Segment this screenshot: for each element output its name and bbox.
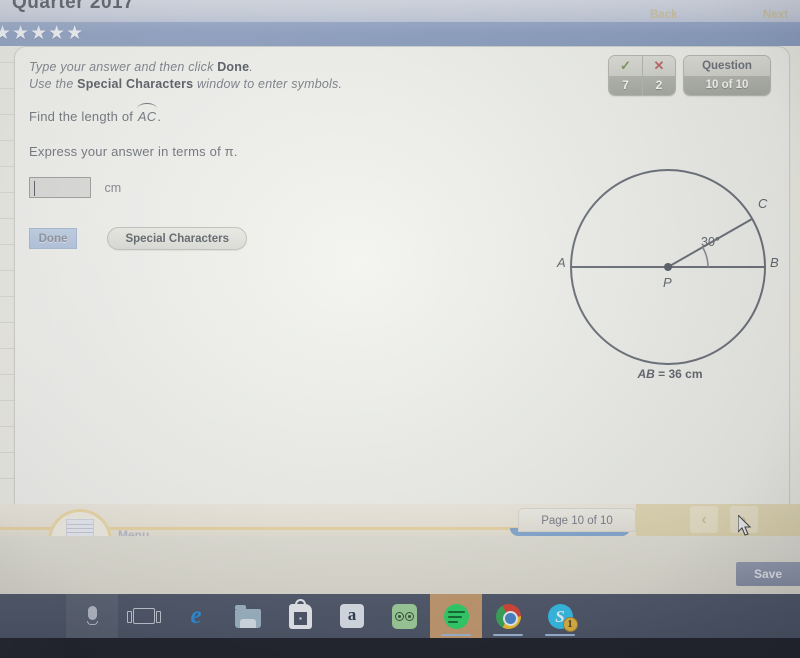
taskbar-item-file-explorer[interactable] bbox=[222, 594, 274, 638]
browser-title-bar: Quarter 2017 bbox=[0, 0, 800, 22]
correct-column: ✓ 7 bbox=[609, 56, 642, 95]
navigation-strip bbox=[636, 504, 800, 536]
angle-arc bbox=[701, 246, 709, 268]
label-p: P bbox=[663, 275, 672, 290]
taskbar-item-amazon[interactable]: a bbox=[326, 594, 378, 638]
page-indicator: Page 10 of 10 bbox=[518, 508, 636, 532]
taskbar-item-google-chrome[interactable] bbox=[482, 594, 534, 638]
question-prompt-prefix: Find the length of bbox=[29, 109, 137, 124]
instruction-line-1-suffix: . bbox=[249, 60, 253, 74]
incorrect-count: 2 bbox=[643, 76, 675, 95]
store-bag-icon bbox=[288, 598, 312, 629]
arc-label: AC bbox=[137, 109, 157, 124]
question-counter-label: Question bbox=[684, 56, 770, 76]
circle-diagram-svg bbox=[570, 169, 766, 365]
arc-notation-ac: AC bbox=[136, 103, 158, 124]
question-prompt: Find the length of AC. bbox=[29, 103, 162, 124]
text-caret bbox=[34, 181, 35, 196]
taskbar-item-spotify[interactable] bbox=[430, 594, 482, 638]
photographed-screen: Quarter 2017 ★★★★★ Type your answer and … bbox=[0, 0, 800, 658]
star-rating-bar: ★★★★★ bbox=[0, 22, 800, 46]
cross-icon: ✕ bbox=[643, 56, 675, 76]
windows-taskbar: e a S 1 bbox=[0, 594, 800, 638]
skype-icon: S 1 bbox=[547, 603, 578, 632]
angle-label: 30° bbox=[701, 235, 720, 249]
question-express-note: Express your answer in terms of π. bbox=[29, 144, 238, 159]
done-button[interactable]: Done bbox=[29, 228, 77, 249]
amazon-icon: a bbox=[340, 604, 364, 628]
button-row: Done Special Characters bbox=[29, 227, 248, 250]
figure-caption-value: = 36 cm bbox=[654, 367, 703, 381]
taskbar-item-task-view[interactable] bbox=[118, 594, 170, 638]
instructions: Type your answer and then click Done. Us… bbox=[29, 59, 342, 93]
arc-overbar bbox=[136, 103, 158, 109]
figure-caption-segment: AB bbox=[637, 367, 655, 381]
taskbar-item-tripadvisor[interactable] bbox=[378, 594, 430, 638]
folder-icon bbox=[235, 603, 261, 629]
correct-count: 7 bbox=[609, 76, 642, 95]
instruction-line-2-prefix: Use the bbox=[29, 77, 78, 91]
skype-notification-badge: 1 bbox=[562, 616, 578, 632]
activity-panel: Type your answer and then click Done. Us… bbox=[14, 46, 790, 516]
instruction-line-2: Use the Special Characters window to ent… bbox=[29, 76, 342, 93]
back-label[interactable]: Back bbox=[650, 9, 678, 21]
tripadvisor-owl-icon bbox=[391, 603, 417, 629]
chrome-icon bbox=[495, 603, 521, 629]
instruction-line-2-suffix: window to enter symbols. bbox=[193, 77, 343, 91]
answer-unit-label: cm bbox=[104, 180, 122, 195]
window-title: Quarter 2017 bbox=[12, 0, 135, 13]
star-rating: ★★★★★ bbox=[0, 23, 85, 44]
save-button[interactable]: Save bbox=[736, 562, 800, 586]
question-counter: Question 10 of 10 bbox=[683, 55, 771, 96]
taskbar-item-microsoft-edge[interactable]: e bbox=[170, 594, 222, 638]
save-bar bbox=[0, 536, 800, 594]
label-b: B bbox=[770, 255, 779, 270]
spotify-icon bbox=[443, 603, 469, 629]
instruction-line-1-prefix: Type your answer and then click bbox=[29, 60, 218, 74]
answer-row: cm bbox=[29, 177, 121, 198]
center-point bbox=[664, 263, 672, 271]
back-button[interactable]: ‹ bbox=[690, 506, 718, 533]
next-label[interactable]: Next bbox=[763, 9, 788, 21]
taskbar-item-microsoft-store[interactable] bbox=[274, 594, 326, 638]
question-counter-value: 10 of 10 bbox=[684, 76, 770, 95]
screen-bezel-bottom bbox=[0, 638, 800, 658]
instruction-line-1: Type your answer and then click Done. bbox=[29, 59, 342, 76]
question-prompt-suffix: . bbox=[157, 109, 162, 124]
answer-input[interactable] bbox=[29, 177, 91, 198]
check-icon: ✓ bbox=[609, 56, 642, 76]
label-a: A bbox=[557, 255, 566, 270]
instruction-line-2-bold: Special Characters bbox=[77, 77, 194, 91]
microphone-icon bbox=[79, 603, 105, 629]
label-c: C bbox=[758, 196, 768, 211]
task-view-icon bbox=[127, 603, 161, 629]
taskbar-item-cortana-microphone[interactable] bbox=[66, 594, 118, 638]
score-tally: ✓ 7 ✕ 2 bbox=[608, 55, 676, 96]
figure-caption: AB = 36 cm bbox=[555, 367, 785, 381]
taskbar-item-skype[interactable]: S 1 bbox=[534, 594, 586, 638]
incorrect-column: ✕ 2 bbox=[642, 56, 675, 95]
circle-diagram: A B C P 30° bbox=[555, 142, 785, 392]
edge-icon: e bbox=[190, 602, 202, 629]
special-characters-button[interactable]: Special Characters bbox=[107, 227, 248, 250]
score-widget: ✓ 7 ✕ 2 Question 10 of 10 bbox=[608, 55, 771, 96]
instruction-line-1-bold: Done bbox=[217, 60, 250, 74]
